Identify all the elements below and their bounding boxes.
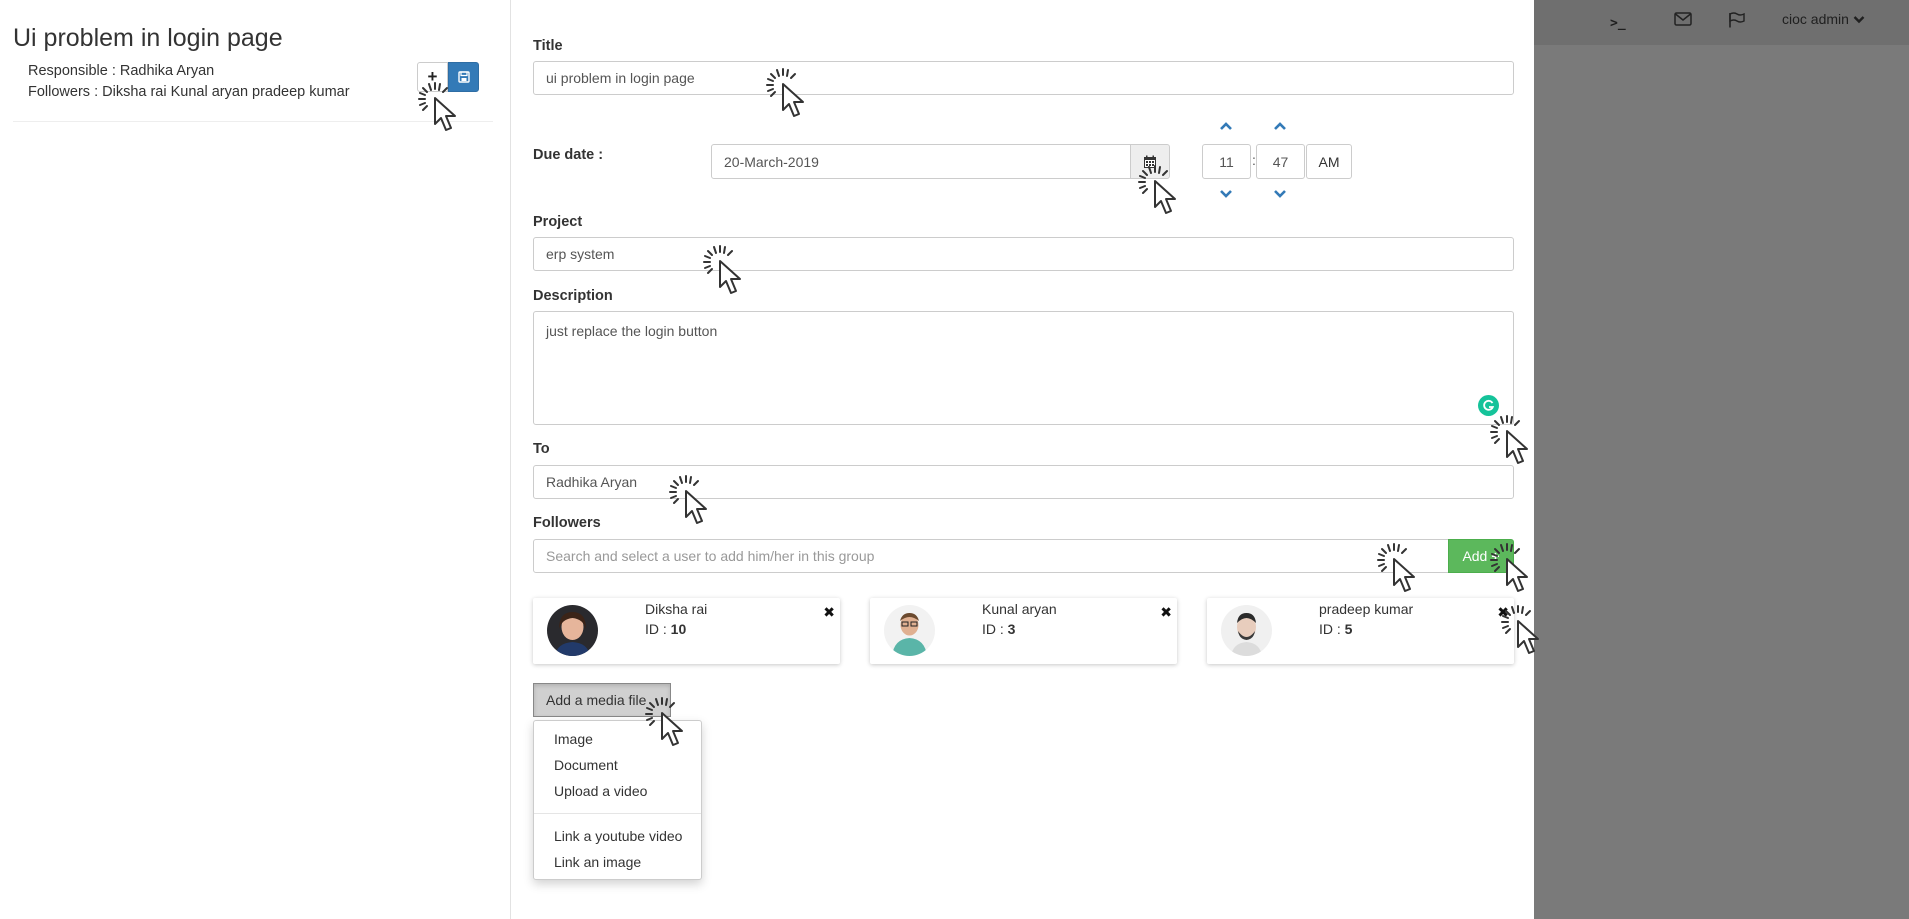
remove-follower-close-icon[interactable]: ✖ [823,604,835,621]
remove-follower-close-icon[interactable]: ✖ [1497,604,1509,621]
task-summary-panel: Ui problem in login page Responsible : R… [0,0,511,919]
follower-card: pradeep kumar ID : 5 ✖ [1207,598,1514,664]
to-label: To [533,441,550,457]
add-follower-label: Add [1462,548,1488,564]
calendar-icon [1144,155,1156,168]
follower-id: ID : 3 [982,621,1016,637]
title-input[interactable]: ui problem in login page [533,61,1514,95]
hour-up-chevron-icon[interactable] [1219,121,1233,131]
menu-item-image[interactable]: Image [554,731,593,747]
background-overlay[interactable]: >_ cioc admin [1534,0,1909,919]
follower-name: Kunal aryan [982,601,1057,617]
avatar [884,605,935,656]
description-textarea[interactable]: just replace the login button [533,311,1514,425]
flag-icon[interactable] [1728,12,1746,28]
grammarly-icon[interactable] [1478,395,1499,416]
menu-divider [534,813,701,814]
follower-name: Diksha rai [645,601,708,617]
responsible-text: Responsible : Radhika Aryan [28,63,215,79]
menu-item-upload-video[interactable]: Upload a video [554,783,647,799]
plus-icon: + [1491,548,1500,564]
follower-card: Diksha rai ID : 10 ✖ [533,598,840,664]
ampm-toggle-button[interactable]: AM [1306,144,1352,179]
description-label: Description [533,288,613,304]
add-follower-button[interactable]: Add + [1448,539,1514,573]
follower-id: ID : 5 [1319,621,1353,637]
minute-down-chevron-icon[interactable] [1273,189,1287,199]
user-menu[interactable]: cioc admin [1782,11,1865,27]
follower-card: Kunal aryan ID : 3 ✖ [870,598,1177,664]
project-input[interactable]: erp system [533,237,1514,271]
follower-id: ID : 10 [645,621,687,637]
user-name: cioc admin [1782,11,1849,27]
followers-search-input[interactable]: Search and select a user to add him/her … [533,539,1449,573]
envelope-icon[interactable] [1674,12,1692,26]
due-date-input[interactable]: 20-March-2019 [711,144,1131,179]
task-edit-form: Title ui problem in login page Due date … [512,0,1534,919]
task-title: Ui problem in login page [13,24,283,52]
hour-down-chevron-icon[interactable] [1219,189,1233,199]
follower-name: pradeep kumar [1319,601,1414,617]
menu-item-document[interactable]: Document [554,757,618,773]
chevron-down-icon [1853,15,1865,23]
media-dropdown-menu: Image Document Upload a video Link a you… [533,720,702,880]
task-actions: + [417,62,479,92]
title-label: Title [533,38,563,54]
add-button[interactable]: + [417,62,448,92]
menu-item-link-youtube[interactable]: Link a youtube video [554,828,682,844]
add-media-file-button[interactable]: Add a media file [533,683,671,717]
minute-input[interactable]: 47 [1256,144,1305,179]
avatar [547,605,598,656]
floppy-disk-icon [457,71,470,83]
save-button[interactable] [448,62,479,92]
menu-item-link-image[interactable]: Link an image [554,854,641,870]
calendar-button[interactable] [1130,144,1170,179]
project-label: Project [533,214,583,230]
top-navbar: >_ cioc admin [1534,0,1909,45]
plus-icon: + [427,67,438,86]
due-date-label: Due date : [533,147,604,163]
followers-label: Followers [533,515,601,531]
divider [13,121,493,122]
grammarly-g-icon [1483,399,1495,411]
followers-text: Followers : Diksha rai Kunal aryan prade… [28,84,350,100]
terminal-icon[interactable]: >_ [1610,16,1626,31]
hour-input[interactable]: 11 [1202,144,1251,179]
remove-follower-close-icon[interactable]: ✖ [1160,604,1172,621]
avatar [1221,605,1272,656]
to-input[interactable]: Radhika Aryan [533,465,1514,499]
minute-up-chevron-icon[interactable] [1273,121,1287,131]
